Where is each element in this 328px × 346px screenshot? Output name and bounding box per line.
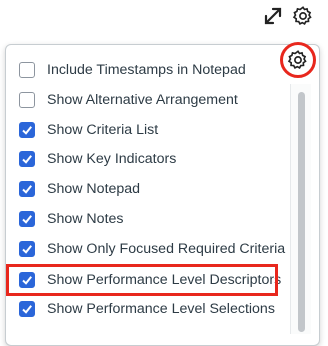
option-include-timestamps[interactable]: Include Timestamps in Notepad [10,56,278,84]
expand-arrows-icon[interactable] [260,3,286,29]
settings-gear-icon[interactable] [290,3,316,29]
option-label: Show Alternative Arrangement [47,92,238,108]
checked-checkbox-icon[interactable] [19,151,35,167]
option-label: Show Key Indicators [47,151,177,167]
checked-checkbox-icon[interactable] [19,181,35,197]
option-label: Show Criteria List [47,122,159,138]
option-show-alternative-arrangement[interactable]: Show Alternative Arrangement [10,86,278,114]
option-show-performance-level-selections[interactable]: Show Performance Level Selections [10,295,278,323]
scrollbar-thumb[interactable] [298,92,305,332]
option-show-criteria-list[interactable]: Show Criteria List [10,116,278,144]
option-show-key-indicators[interactable]: Show Key Indicators [10,145,278,173]
checked-checkbox-icon[interactable] [19,211,35,227]
gear-icon [287,50,307,69]
highlight-box [6,264,278,296]
option-show-notepad[interactable]: Show Notepad [10,175,278,203]
settings-menu-button[interactable] [280,42,316,78]
option-label: Include Timestamps in Notepad [47,62,246,78]
option-show-only-focused-required-criteria[interactable]: Show Only Focused Required Criteria [10,235,285,263]
unchecked-checkbox-icon[interactable] [19,92,35,108]
unchecked-checkbox-icon[interactable] [19,62,35,78]
checked-checkbox-icon[interactable] [19,122,35,138]
option-show-notes[interactable]: Show Notes [10,205,278,233]
option-label: Show Only Focused Required Criteria [47,241,286,257]
option-label: Show Performance Level Selections [47,301,275,317]
option-label: Show Notes [47,211,124,227]
checked-checkbox-icon[interactable] [19,301,35,317]
option-label: Show Notepad [47,181,141,197]
checked-checkbox-icon[interactable] [19,241,35,257]
